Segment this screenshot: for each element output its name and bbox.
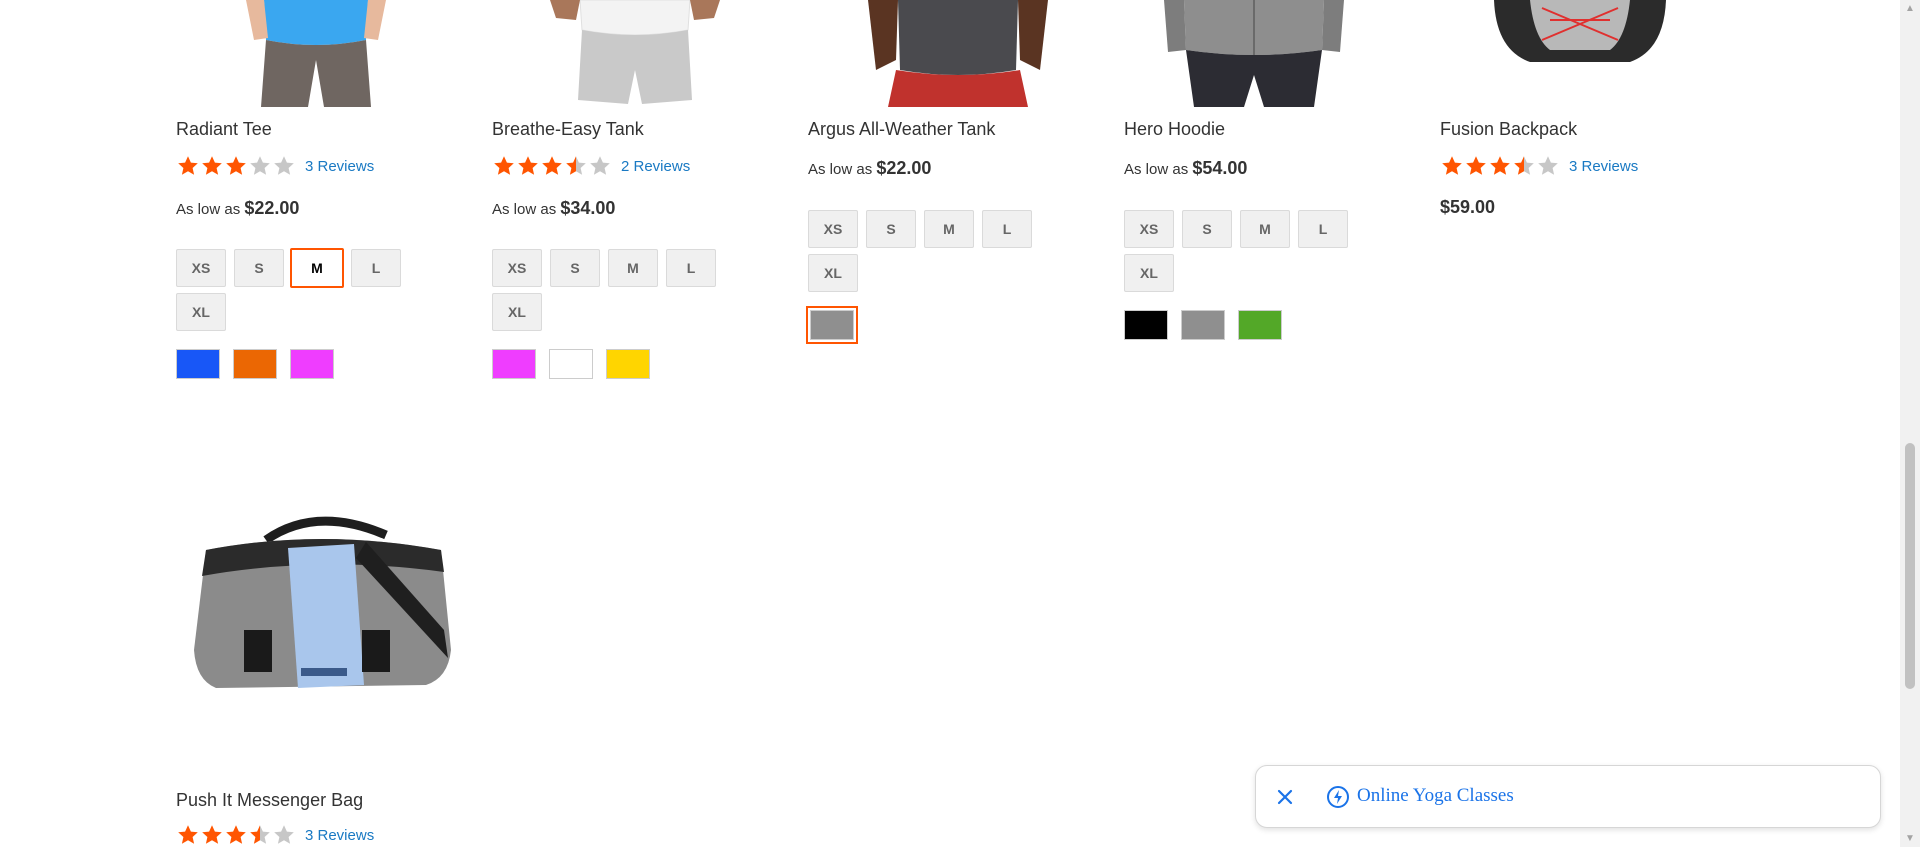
scrollbar-thumb[interactable] — [1905, 443, 1915, 689]
size-option-xl[interactable]: XL — [176, 293, 226, 331]
product-image[interactable] — [246, 0, 386, 107]
product-name-link[interactable]: Hero Hoodie — [1124, 119, 1225, 140]
star-icon — [178, 825, 198, 844]
reviews-link[interactable]: 3 Reviews — [305, 827, 374, 844]
star-icon — [494, 156, 514, 175]
rating-summary: 3 Reviews — [176, 154, 374, 178]
star-icon — [518, 156, 538, 175]
size-option-l[interactable]: L — [1298, 210, 1348, 248]
size-option-l[interactable]: L — [666, 249, 716, 287]
rating-stars — [176, 154, 296, 178]
rating-summary: 2 Reviews — [492, 154, 690, 178]
price-box: As low as $22.00 — [808, 158, 931, 179]
price-value: $22.00 — [244, 198, 300, 218]
star-icon — [1442, 156, 1462, 175]
product-image[interactable] — [1490, 0, 1670, 66]
scroll-up-arrow-icon[interactable]: ▲ — [1900, 0, 1920, 17]
bolt-icon — [1325, 784, 1351, 810]
size-option-s[interactable]: S — [234, 249, 284, 287]
size-option-xl[interactable]: XL — [808, 254, 858, 292]
size-option-l[interactable]: L — [351, 249, 401, 287]
size-option-xs[interactable]: XS — [1124, 210, 1174, 248]
star-icon — [250, 825, 270, 844]
product-name-link[interactable]: Fusion Backpack — [1440, 119, 1577, 140]
floating-suggestion-panel: Online Yoga Classes — [1255, 765, 1881, 828]
product-image[interactable] — [1164, 0, 1344, 107]
product-name-link[interactable]: Radiant Tee — [176, 119, 272, 140]
rating-summary: 3 Reviews — [176, 823, 374, 847]
star-icon — [1466, 156, 1486, 175]
product-image[interactable] — [186, 510, 456, 695]
size-option-xs[interactable]: XS — [492, 249, 542, 287]
price-label: As low as — [808, 161, 873, 178]
price-box: As low as $22.00 — [176, 198, 299, 219]
price-label: As low as — [1124, 161, 1189, 178]
color-swatch-green[interactable] — [1238, 310, 1282, 340]
color-swatch-yellow[interactable] — [606, 349, 650, 379]
color-swatch-purple[interactable] — [290, 349, 334, 379]
vertical-scrollbar[interactable]: ▲ ▼ — [1900, 0, 1920, 847]
star-icon — [178, 156, 198, 175]
star-icon — [1490, 156, 1510, 175]
size-option-m[interactable]: M — [924, 210, 974, 248]
size-option-s[interactable]: S — [866, 210, 916, 248]
rating-stars — [176, 823, 296, 847]
size-option-m[interactable]: M — [1240, 210, 1290, 248]
price-value: $22.00 — [876, 158, 932, 178]
price-label: As low as — [176, 201, 241, 218]
star-icon — [1514, 156, 1534, 175]
color-swatch-gray[interactable] — [806, 306, 858, 344]
rating-summary: 3 Reviews — [1440, 154, 1638, 178]
size-option-xl[interactable]: XL — [1124, 254, 1174, 292]
price-value: $34.00 — [560, 198, 616, 218]
close-icon[interactable] — [1272, 784, 1298, 810]
star-icon — [274, 825, 294, 844]
product-name-link[interactable]: Argus All-Weather Tank — [808, 119, 995, 140]
price-value: $59.00 — [1440, 197, 1496, 217]
reviews-link[interactable]: 3 Reviews — [305, 158, 374, 175]
product-grid-page: Radiant Tee 3 Reviews As low as $22.00 X… — [0, 0, 1900, 847]
product-name-link[interactable]: Breathe-Easy Tank — [492, 119, 644, 140]
star-icon — [566, 156, 586, 175]
color-swatch-purple[interactable] — [492, 349, 536, 379]
star-icon — [202, 825, 222, 844]
star-icon — [274, 156, 294, 175]
star-icon — [1538, 156, 1558, 175]
scroll-down-arrow-icon[interactable]: ▼ — [1900, 830, 1920, 847]
color-swatch-gray[interactable] — [1181, 310, 1225, 340]
suggestion-link[interactable]: Online Yoga Classes — [1357, 785, 1514, 807]
color-swatch-white[interactable] — [549, 349, 593, 379]
star-icon — [590, 156, 610, 175]
star-icon — [226, 156, 246, 175]
star-icon — [202, 156, 222, 175]
price-box: $59.00 — [1440, 197, 1495, 218]
color-swatch-black[interactable] — [1124, 310, 1168, 340]
product-image[interactable] — [550, 0, 720, 107]
size-option-xs[interactable]: XS — [808, 210, 858, 248]
color-swatch-orange[interactable] — [233, 349, 277, 379]
price-label: As low as — [492, 201, 557, 218]
size-option-m[interactable]: M — [608, 249, 658, 287]
reviews-link[interactable]: 2 Reviews — [621, 158, 690, 175]
size-option-xs[interactable]: XS — [176, 249, 226, 287]
color-swatch-blue[interactable] — [176, 349, 220, 379]
star-icon — [250, 156, 270, 175]
price-value: $54.00 — [1192, 158, 1248, 178]
size-option-xl[interactable]: XL — [492, 293, 542, 331]
star-icon — [226, 825, 246, 844]
rating-stars — [492, 154, 612, 178]
reviews-link[interactable]: 3 Reviews — [1569, 158, 1638, 175]
size-option-s[interactable]: S — [1182, 210, 1232, 248]
size-option-l[interactable]: L — [982, 210, 1032, 248]
size-option-m[interactable]: M — [290, 248, 344, 288]
product-image[interactable] — [868, 0, 1048, 107]
price-box: As low as $34.00 — [492, 198, 615, 219]
price-box: As low as $54.00 — [1124, 158, 1247, 179]
rating-stars — [1440, 154, 1560, 178]
product-name-link[interactable]: Push It Messenger Bag — [176, 790, 363, 811]
star-icon — [542, 156, 562, 175]
size-option-s[interactable]: S — [550, 249, 600, 287]
